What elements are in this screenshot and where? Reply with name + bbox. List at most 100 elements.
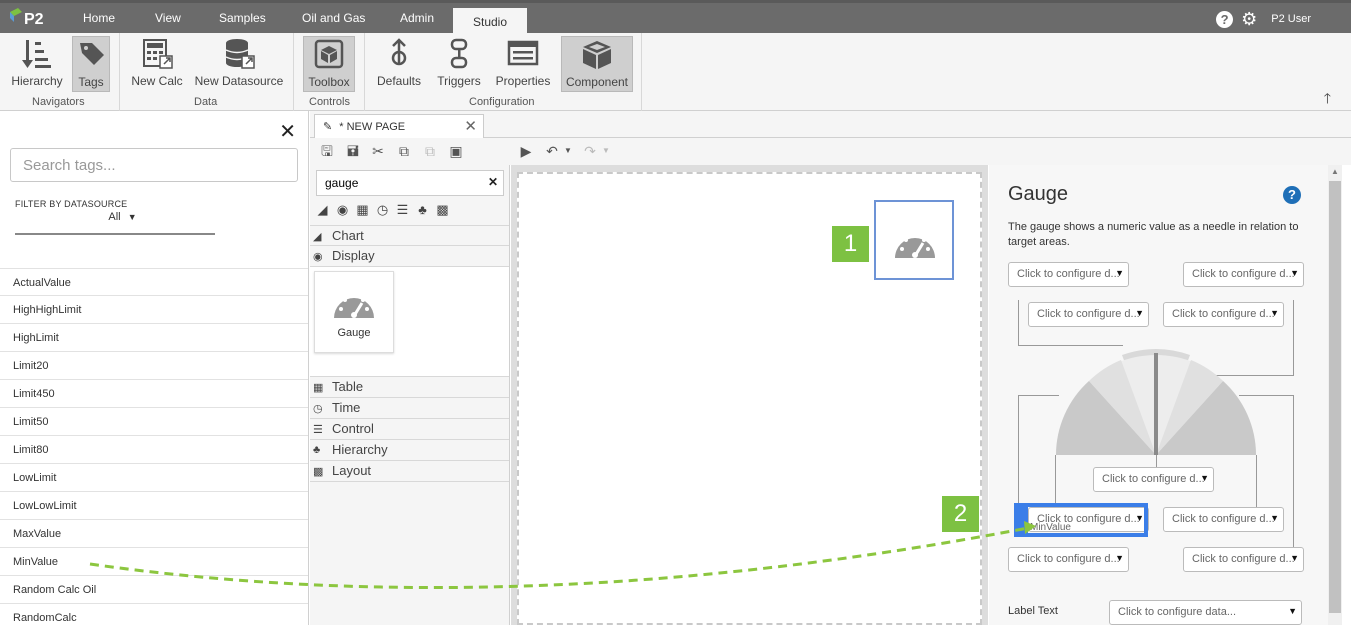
defaults-button[interactable]: Defaults [374, 36, 424, 92]
caret-down-icon: ▼ [1115, 553, 1124, 563]
hierarchy-button[interactable]: Hierarchy [8, 36, 66, 92]
sliders-icon[interactable]: ☰ [394, 202, 411, 218]
category-display[interactable]: ◉ Display [310, 246, 509, 267]
save-as-icon[interactable]: 🖬 [345, 143, 361, 159]
table-icon[interactable]: ▦ [354, 202, 371, 218]
chart-icon[interactable]: ◢ [314, 202, 331, 218]
scrollbar-thumb[interactable] [1329, 181, 1341, 613]
save-icon[interactable]: 🖫 [319, 143, 335, 159]
gear-icon[interactable]: ⚙ [1241, 10, 1257, 28]
config-dropdown[interactable]: Click to configure d... ▼ [1163, 302, 1284, 327]
tab-admin[interactable]: Admin [400, 11, 434, 25]
new-datasource-label: New Datasource [194, 74, 284, 88]
tags-panel: ✕ FILTER BY DATASOURCE All ▼ ActualValue… [0, 111, 309, 625]
clock-icon[interactable]: ◷ [374, 202, 391, 218]
table-icon: ▦ [313, 382, 324, 394]
list-item[interactable]: ActualValue [0, 268, 308, 296]
clear-search-icon[interactable]: ✕ [488, 175, 498, 189]
list-item[interactable]: HighLimit [0, 324, 308, 352]
cut-icon[interactable]: ✂ [370, 143, 386, 159]
category-label: Layout [332, 463, 372, 478]
properties-button[interactable]: Properties [494, 36, 552, 92]
category-control[interactable]: ☰ Control [310, 419, 509, 440]
list-item[interactable]: Random Calc Oil [0, 576, 308, 604]
play-icon[interactable]: ▶ [518, 143, 534, 159]
toolbox-panel: ✕ ◢ ◉ ▦ ◷ ☰ ♣ ▩ ◢ Chart ◉ Display Gauge … [310, 165, 510, 625]
list-item[interactable]: Limit80 [0, 436, 308, 464]
properties-icon [507, 40, 539, 66]
list-item[interactable]: LowLimit [0, 464, 308, 492]
chevron-down-icon[interactable]: ▼ [598, 143, 614, 159]
properties-label: Properties [495, 74, 551, 88]
toolbox-button[interactable]: Toolbox [303, 36, 355, 92]
category-layout[interactable]: ▩ Layout [310, 461, 509, 482]
list-item[interactable]: RandomCalc [0, 604, 308, 625]
close-icon[interactable]: ✕ [279, 119, 296, 144]
help-icon[interactable]: ? [1283, 186, 1301, 204]
config-dropdown[interactable]: Click to configure d... ▼ [1028, 302, 1149, 327]
undo-icon[interactable]: ↶ [544, 143, 560, 159]
list-item[interactable]: LowLowLimit [0, 492, 308, 520]
paste-icon[interactable]: ⧉ [422, 143, 438, 159]
triggers-button[interactable]: Triggers [434, 36, 484, 92]
preview-icon[interactable]: ▣ [448, 143, 464, 159]
tab-view[interactable]: View [155, 11, 181, 25]
list-item[interactable]: HighHighLimit [0, 296, 308, 324]
toolbox-search-input[interactable] [316, 170, 504, 196]
chevron-down-icon: ▼ [127, 212, 137, 222]
category-chart[interactable]: ◢ Chart [310, 225, 509, 246]
layout-icon: ▩ [313, 466, 324, 478]
category-time[interactable]: ◷ Time [310, 398, 509, 419]
tab-home[interactable]: Home [83, 11, 115, 25]
p2-logo[interactable]: P2 [8, 6, 52, 30]
component-button[interactable]: Component [561, 36, 633, 92]
new-calc-button[interactable]: New Calc [128, 36, 186, 92]
config-scrollbar[interactable]: ▲ [1328, 165, 1342, 625]
list-item[interactable]: Limit20 [0, 352, 308, 380]
chevron-down-icon[interactable]: ▼ [560, 143, 576, 159]
list-item[interactable]: MaxValue [0, 520, 308, 548]
copy-icon[interactable]: ⧉ [396, 143, 412, 159]
toolbox-icon [314, 39, 344, 69]
new-datasource-button[interactable]: New Datasource [194, 36, 284, 92]
config-dropdown[interactable]: Click to configure d... ▼ [1008, 262, 1129, 287]
ribbon-divider [364, 33, 365, 111]
eye-icon[interactable]: ◉ [334, 202, 351, 218]
scroll-up-icon[interactable]: ▲ [1331, 167, 1339, 176]
user-name[interactable]: P2 User [1271, 13, 1311, 25]
config-panel: Gauge ? The gauge shows a numeric value … [989, 165, 1328, 625]
gauge-component[interactable]: Gauge [314, 271, 394, 353]
category-table[interactable]: ▦ Table [310, 377, 509, 398]
list-item[interactable]: Limit450 [0, 380, 308, 408]
config-dropdown[interactable]: Click to configure d... ▼ [1183, 262, 1304, 287]
config-dropdown[interactable]: Click to configure d... ▼ [1183, 547, 1304, 572]
category-hierarchy[interactable]: ♣ Hierarchy [310, 440, 509, 461]
ribbon-divider [641, 33, 642, 111]
hierarchy-icon[interactable]: ♣ [414, 202, 431, 218]
ribbon-divider [119, 33, 120, 111]
config-dropdown[interactable]: Click to configure d... ▼ [1093, 467, 1214, 492]
group-configuration: Configuration [469, 96, 535, 108]
label-text-dropdown[interactable]: Click to configure data... ▼ [1109, 600, 1302, 625]
tab-samples[interactable]: Samples [219, 11, 266, 25]
dropdown-text: Click to configure data... [1118, 606, 1237, 618]
collapse-ribbon-icon[interactable]: 🡑 [1324, 88, 1331, 112]
close-tab-icon[interactable]: ✕ [464, 117, 477, 135]
tab-studio[interactable]: Studio [453, 8, 528, 36]
tab-oil-and-gas[interactable]: Oil and Gas [302, 11, 365, 25]
redo-icon[interactable]: ↷ [582, 143, 598, 159]
config-dropdown[interactable]: Click to configure d... ▼ [1163, 507, 1284, 532]
page-tab[interactable]: ✎ * NEW PAGE ✕ [314, 114, 484, 138]
list-item[interactable]: Limit50 [0, 408, 308, 436]
search-tags-input[interactable] [10, 148, 298, 182]
tags-button[interactable]: Tags [72, 36, 110, 92]
eye-icon: ◉ [313, 251, 323, 263]
config-dropdown[interactable]: Click to configure d... ▼ [1008, 547, 1129, 572]
placed-gauge-component[interactable] [874, 200, 954, 280]
list-item[interactable]: MinValue [0, 548, 308, 576]
datasource-filter-select[interactable]: All ▼ [15, 211, 215, 235]
layout-icon[interactable]: ▩ [434, 202, 451, 218]
dropdown-text: Click to configure d... [1192, 268, 1295, 280]
connector-line [1018, 395, 1019, 505]
help-icon[interactable]: ? [1216, 10, 1234, 28]
